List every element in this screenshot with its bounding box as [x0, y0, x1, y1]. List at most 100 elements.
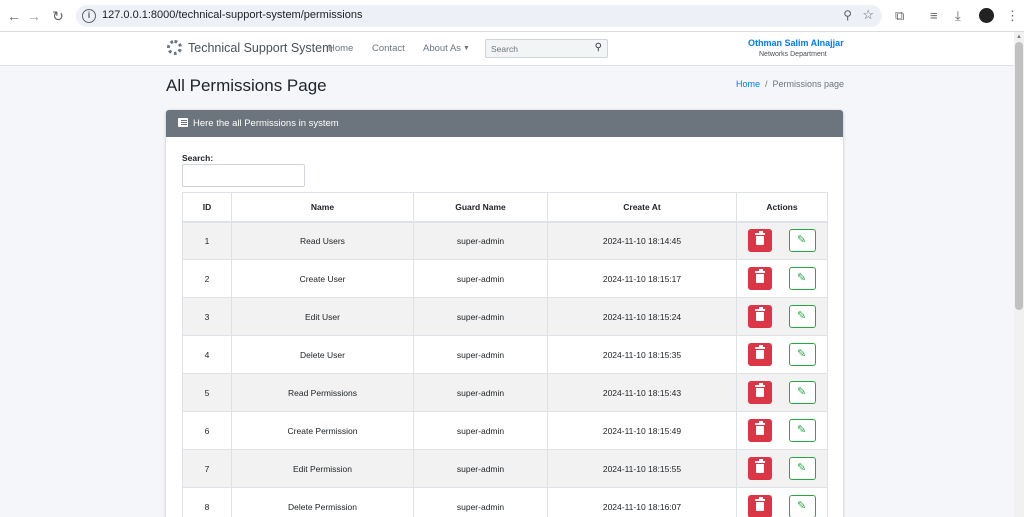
- cell-name: Create User: [231, 259, 414, 298]
- navbar-search: ⚲: [485, 39, 608, 58]
- delete-button[interactable]: [748, 305, 772, 328]
- cell-name: Delete User: [231, 335, 414, 374]
- cell-id: 1: [182, 221, 232, 260]
- table-search-label: Search:: [182, 153, 214, 163]
- page-scrollbar[interactable]: ▲: [1014, 32, 1024, 517]
- edit-button[interactable]: ✎: [789, 381, 816, 404]
- edit-button[interactable]: ✎: [789, 457, 816, 480]
- cell-id: 6: [182, 411, 232, 450]
- brand-name[interactable]: Technical Support System: [188, 41, 333, 55]
- scroll-up-icon[interactable]: ▲: [1015, 33, 1023, 41]
- delete-button[interactable]: [748, 381, 772, 404]
- edit-icon: ✎: [797, 500, 807, 512]
- edit-button[interactable]: ✎: [789, 419, 816, 442]
- edit-icon: ✎: [797, 310, 807, 322]
- cell-id: 4: [182, 335, 232, 374]
- card-title: Here the all Permissions in system: [193, 118, 339, 129]
- cell-id: 5: [182, 373, 232, 412]
- profile-avatar[interactable]: [979, 8, 994, 23]
- top-navbar: Technical Support System Home Contact Ab…: [0, 32, 1014, 66]
- trash-icon: [755, 383, 765, 397]
- breadcrumb-current: Permissions page: [772, 79, 845, 89]
- delete-button[interactable]: [748, 343, 772, 366]
- edit-button[interactable]: ✎: [789, 229, 816, 253]
- permissions-table: ID Name Guard Name Create At Actions 1 R…: [182, 192, 828, 517]
- delete-button[interactable]: [748, 419, 772, 442]
- edit-button[interactable]: ✎: [789, 343, 816, 366]
- cell-created: 2024-11-10 18:15:43: [547, 373, 737, 412]
- edit-button[interactable]: ✎: [789, 305, 816, 328]
- breadcrumb-separator: /: [765, 79, 768, 89]
- card-header: Here the all Permissions in system: [166, 110, 843, 137]
- trash-icon: [755, 307, 765, 321]
- caret-down-icon: ▼: [463, 45, 470, 52]
- nav-link-about-label: About As: [423, 43, 462, 54]
- address-bar[interactable]: i 127.0.0.1:8000/technical-support-syste…: [76, 5, 882, 27]
- extensions-icon[interactable]: ⧉: [895, 7, 904, 25]
- reading-list-icon[interactable]: ≡: [930, 7, 938, 25]
- edit-button[interactable]: ✎: [789, 495, 816, 517]
- column-header-actions: Actions: [736, 192, 828, 223]
- table-row: 8 Delete Permission super-admin 2024-11-…: [182, 487, 828, 517]
- delete-button[interactable]: [748, 267, 772, 290]
- nav-link-home[interactable]: Home: [328, 43, 353, 54]
- cell-created: 2024-11-10 18:14:45: [547, 221, 737, 260]
- edit-button[interactable]: ✎: [789, 267, 816, 290]
- zoom-icon[interactable]: ⚲: [843, 8, 852, 22]
- bookmark-star-icon[interactable]: ☆: [862, 7, 874, 23]
- search-icon[interactable]: ⚲: [595, 42, 602, 53]
- cell-actions: ✎: [736, 411, 828, 450]
- cell-created: 2024-11-10 18:15:17: [547, 259, 737, 298]
- cell-actions: ✎: [736, 297, 828, 336]
- list-icon: [178, 118, 188, 127]
- column-header-guard-name[interactable]: Guard Name: [413, 192, 548, 223]
- trash-icon: [755, 421, 765, 435]
- cell-name: Edit Permission: [231, 449, 414, 488]
- permissions-card: Here the all Permissions in system Searc…: [166, 110, 843, 517]
- edit-icon: ✎: [797, 386, 807, 398]
- nav-link-contact[interactable]: Contact: [372, 43, 405, 54]
- trash-icon: [755, 269, 765, 283]
- cell-name: Read Users: [231, 221, 414, 260]
- delete-button[interactable]: [748, 457, 772, 480]
- cell-guard: super-admin: [413, 259, 548, 298]
- edit-icon: ✎: [797, 348, 807, 360]
- column-header-id[interactable]: ID: [182, 192, 232, 223]
- breadcrumb-home[interactable]: Home: [736, 79, 760, 89]
- cell-name: Delete Permission: [231, 487, 414, 517]
- cell-actions: ✎: [736, 335, 828, 374]
- cell-name: Create Permission: [231, 411, 414, 450]
- cell-actions: ✎: [736, 259, 828, 298]
- delete-button[interactable]: [748, 495, 772, 517]
- table-row: 1 Read Users super-admin 2024-11-10 18:1…: [182, 221, 828, 260]
- site-info-icon[interactable]: i: [82, 9, 96, 23]
- cell-created: 2024-11-10 18:16:07: [547, 487, 737, 517]
- browser-toolbar: ← → ↻ i 127.0.0.1:8000/technical-support…: [0, 0, 1024, 32]
- cell-guard: super-admin: [413, 487, 548, 517]
- user-name[interactable]: Othman Salim Alnajjar: [748, 38, 844, 48]
- table-row: 7 Edit Permission super-admin 2024-11-10…: [182, 449, 828, 488]
- cell-id: 2: [182, 259, 232, 298]
- nav-link-about[interactable]: About As ▼: [423, 43, 470, 54]
- edit-icon: ✎: [797, 234, 807, 247]
- kebab-menu-icon[interactable]: ⋮: [1006, 7, 1019, 25]
- url-text[interactable]: 127.0.0.1:8000/technical-support-system/…: [102, 9, 362, 21]
- back-arrow-icon[interactable]: ←: [4, 6, 24, 26]
- user-department: Networks Department: [759, 51, 827, 58]
- cell-id: 3: [182, 297, 232, 336]
- reload-icon[interactable]: ↻: [48, 6, 68, 26]
- column-header-name[interactable]: Name: [231, 192, 414, 223]
- scroll-thumb[interactable]: [1015, 42, 1023, 310]
- cell-guard: super-admin: [413, 221, 548, 260]
- delete-button[interactable]: [748, 229, 772, 253]
- table-search-input[interactable]: [182, 164, 305, 187]
- breadcrumb: Home / Permissions page: [736, 79, 844, 89]
- download-icon[interactable]: ⤓: [955, 7, 961, 25]
- navbar-search-input[interactable]: [486, 40, 586, 57]
- brand-logo-icon[interactable]: [167, 40, 182, 55]
- forward-arrow-icon[interactable]: →: [24, 6, 44, 26]
- cell-actions: ✎: [736, 373, 828, 412]
- cell-id: 7: [182, 449, 232, 488]
- column-header-create-at[interactable]: Create At: [547, 192, 737, 223]
- table-row: 3 Edit User super-admin 2024-11-10 18:15…: [182, 297, 828, 336]
